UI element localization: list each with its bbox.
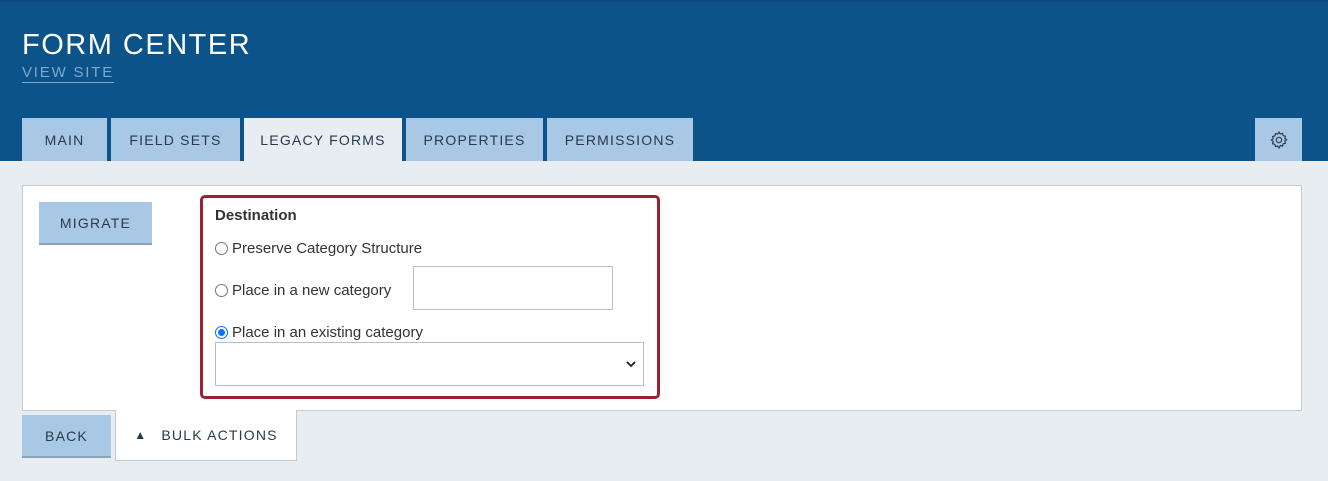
app-title: FORM CENTER (22, 29, 252, 61)
triangle-up-icon: ▲ (134, 428, 148, 442)
gear-icon (1269, 130, 1288, 149)
new-category-label: Place in a new category (232, 282, 392, 299)
existing-category-label: Place in an existing category (232, 324, 423, 341)
destination-title: Destination (215, 207, 297, 224)
existing-category-radio[interactable] (215, 326, 228, 339)
new-category-input[interactable] (413, 266, 613, 310)
back-button[interactable]: BACK (22, 415, 111, 458)
tab-field-sets[interactable]: FIELD SETS (111, 118, 240, 161)
option-existing-category: Place in an existing category (215, 324, 423, 341)
preserve-structure-radio[interactable] (215, 242, 228, 255)
tab-properties[interactable]: PROPERTIES (406, 118, 543, 161)
bulk-actions-toggle[interactable]: ▲ BULK ACTIONS (115, 410, 297, 461)
existing-category-select[interactable] (215, 342, 644, 386)
settings-button[interactable] (1255, 118, 1302, 161)
tab-main[interactable]: MAIN (22, 118, 107, 161)
option-preserve-structure: Preserve Category Structure (215, 240, 422, 257)
preserve-structure-label: Preserve Category Structure (232, 240, 423, 257)
tab-permissions[interactable]: PERMISSIONS (547, 118, 693, 161)
view-site-link[interactable]: VIEW SITE (22, 64, 115, 83)
destination-group: Destination Preserve Category Structure … (200, 195, 660, 399)
chevron-down-icon (626, 361, 636, 368)
bulk-actions-label: BULK ACTIONS (161, 427, 278, 443)
migrate-button[interactable]: MIGRATE (39, 202, 152, 245)
tab-legacy-forms[interactable]: LEGACY FORMS (244, 118, 402, 161)
option-new-category: Place in a new category (215, 282, 391, 299)
new-category-radio[interactable] (215, 284, 228, 297)
